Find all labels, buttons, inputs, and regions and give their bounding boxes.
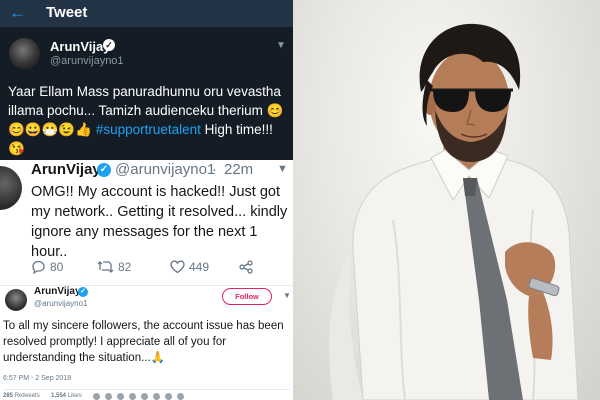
divider (3, 389, 290, 390)
liker-avatar[interactable] (165, 393, 172, 400)
chevron-down-icon[interactable]: ▼ (277, 163, 288, 175)
liker-avatar[interactable] (141, 393, 148, 400)
author-handle[interactable]: @arunvijayno1 (50, 55, 124, 67)
like-button[interactable]: 449 (170, 260, 209, 274)
liker-avatar[interactable] (153, 393, 160, 400)
liker-avatar[interactable] (117, 393, 124, 400)
likes-stat[interactable]: 1,554 Likes (51, 393, 82, 399)
avatar[interactable] (5, 289, 27, 311)
tweet-time[interactable]: 22m (224, 161, 253, 178)
back-arrow-icon[interactable]: ← (9, 3, 26, 23)
tweet-header-bar: ← Tweet (0, 0, 293, 27)
tweet-text: OMG!! My account is hacked!! Just got my… (31, 184, 288, 260)
avatar[interactable] (9, 38, 40, 69)
actor-portrait-illustration (329, 23, 579, 400)
header-title: Tweet (46, 4, 88, 21)
tweet-panel-dark: ← Tweet ArunVijay ✓ @arunvijayno1 ▼ Yaar… (0, 0, 293, 160)
tweet-panel-resolved: ArunVijay ✓ @arunvijayno1 Follow ▼ To al… (0, 285, 293, 400)
retweets-stat[interactable]: 285 Retweets (3, 393, 40, 399)
liker-avatar[interactable] (177, 393, 184, 400)
retweet-button[interactable]: 82 (97, 260, 131, 274)
author-name[interactable]: ArunVijay (50, 39, 110, 54)
reply-button[interactable]: 80 (31, 260, 63, 274)
hashtag-link[interactable]: #supportruetalent (96, 122, 201, 137)
liker-avatar[interactable] (105, 393, 112, 400)
separator-dot: · (212, 161, 217, 178)
heart-icon (170, 260, 185, 274)
tweet-text: Yaar Ellam Mass panuradhunnu oru vevasth… (8, 82, 288, 158)
verified-badge-icon: ✓ (103, 39, 115, 51)
tweet-actions: 80 82 449 (31, 260, 271, 278)
author-handle[interactable]: @arunvijayno1 (34, 299, 87, 308)
chevron-down-icon[interactable]: ▼ (283, 291, 291, 300)
liker-avatar[interactable] (129, 393, 136, 400)
share-button[interactable] (239, 260, 253, 274)
actor-photo (293, 0, 600, 400)
retweet-icon (97, 261, 114, 273)
engagement-row: 285 Retweets 1,554 Likes (3, 393, 290, 400)
share-icon (239, 260, 253, 274)
tweet-timestamp[interactable]: 6:57 PM - 2 Sep 2018 (3, 375, 71, 382)
reply-count: 80 (50, 260, 64, 274)
author-name[interactable]: ArunVijay (34, 286, 81, 297)
tweet-panel-hacked: ArunVijay ✓ @arunvijayno1 · 22m ▼ OMG!! … (0, 160, 293, 285)
reply-icon (32, 260, 45, 274)
liker-avatar[interactable] (93, 393, 100, 400)
verified-badge-icon: ✓ (78, 287, 88, 297)
tweet-text: To all my sincere followers, the account… (3, 320, 284, 364)
author-name[interactable]: ArunVijay (31, 161, 101, 178)
tweet-collage: ← Tweet ArunVijay ✓ @arunvijayno1 ▼ Yaar… (0, 0, 293, 400)
author-handle[interactable]: @arunvijayno1 (115, 161, 215, 178)
chevron-down-icon[interactable]: ▼ (276, 40, 286, 51)
follow-button[interactable]: Follow (222, 288, 272, 305)
verified-badge-icon: ✓ (97, 163, 111, 177)
like-count: 449 (189, 260, 210, 274)
avatar[interactable] (0, 166, 22, 210)
retweet-count: 82 (118, 260, 132, 274)
